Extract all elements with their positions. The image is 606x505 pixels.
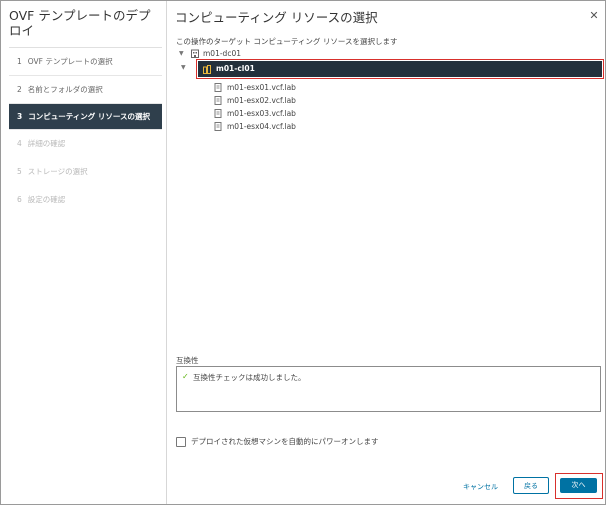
back-button[interactable]: 戻る <box>513 477 549 494</box>
wizard-step-6: 6 設定の確認 <box>9 186 162 214</box>
compatibility-message: 互換性チェックは成功しました。 <box>193 373 306 382</box>
wizard-step-3[interactable]: 3 コンピューティング リソースの選択 <box>9 104 162 130</box>
wizard-steps: 1 OVF テンプレートの選択 2 名前とフォルダの選択 3 コンピューティング… <box>9 47 162 214</box>
instruction-text: この操作のターゲット コンピューティング リソースを選択します <box>176 37 398 46</box>
step-label: ストレージの選択 <box>27 167 88 176</box>
compatibility-label: 互換性 <box>176 356 199 365</box>
tree-node-host[interactable]: m01-esx02.vcf.lab <box>176 94 602 107</box>
host-label: m01-esx03.vcf.lab <box>227 109 296 118</box>
check-icon: ✓ <box>182 372 189 381</box>
host-icon <box>214 83 222 92</box>
step-label: 設定の確認 <box>27 195 66 204</box>
step-label: コンピューティング リソースの選択 <box>28 112 151 121</box>
resource-tree: ▼ m01-dc01 ▼ m01-cl01 m01-esx01.vcf.lab … <box>176 47 604 133</box>
power-on-option[interactable]: デプロイされた仮想マシンを自動的にパワーオンします <box>176 436 379 447</box>
host-icon <box>214 122 222 131</box>
wizard-step-5: 5 ストレージの選択 <box>9 158 162 186</box>
compatibility-panel: ✓ 互換性チェックは成功しました。 <box>176 366 601 412</box>
cancel-button[interactable]: キャンセル <box>463 479 498 495</box>
host-icon <box>214 109 222 118</box>
step-number: 4 <box>17 139 22 148</box>
step-label: 名前とフォルダの選択 <box>27 85 103 94</box>
host-label: m01-esx04.vcf.lab <box>227 122 296 131</box>
chevron-down-icon[interactable]: ▼ <box>179 47 184 60</box>
step-number: 5 <box>17 167 22 176</box>
wizard-title: OVF テンプレートのデプロイ <box>9 8 151 38</box>
selected-row-highlight <box>198 61 602 77</box>
datacenter-icon <box>191 49 199 58</box>
step-label: OVF テンプレートの選択 <box>27 57 113 66</box>
close-icon[interactable]: ✕ <box>588 10 600 22</box>
tree-node-host[interactable]: m01-esx01.vcf.lab <box>176 81 602 94</box>
wizard-step-1[interactable]: 1 OVF テンプレートの選択 <box>9 48 162 76</box>
chevron-down-icon[interactable]: ▼ <box>181 61 186 74</box>
host-label: m01-esx02.vcf.lab <box>227 96 296 105</box>
datacenter-label: m01-dc01 <box>203 49 241 58</box>
host-label: m01-esx01.vcf.lab <box>227 83 296 92</box>
wizard-step-4: 4 詳細の確認 <box>9 130 162 158</box>
power-on-label: デプロイされた仮想マシンを自動的にパワーオンします <box>191 437 379 446</box>
step-number: 6 <box>17 195 22 204</box>
next-button[interactable]: 次へ <box>560 478 597 493</box>
step-number: 2 <box>17 85 22 94</box>
tree-node-cluster[interactable]: ▼ m01-cl01 <box>181 59 604 79</box>
power-on-checkbox[interactable] <box>176 436 186 447</box>
tree-node-host[interactable]: m01-esx04.vcf.lab <box>176 120 602 133</box>
step-number: 3 <box>17 112 23 121</box>
next-button-highlight: 次へ <box>555 473 603 499</box>
deploy-ovf-dialog: OVF テンプレートのデプロイ 1 OVF テンプレートの選択 2 名前とフォル… <box>0 0 606 505</box>
cluster-label: m01-cl01 <box>216 64 255 73</box>
host-icon <box>214 96 222 105</box>
page-title: コンピューティング リソースの選択 <box>175 10 378 25</box>
wizard-step-2[interactable]: 2 名前とフォルダの選択 <box>9 76 162 104</box>
step-number: 1 <box>17 57 22 66</box>
cluster-icon <box>203 65 211 74</box>
tree-node-host[interactable]: m01-esx03.vcf.lab <box>176 107 602 120</box>
wizard-sidebar: OVF テンプレートのデプロイ 1 OVF テンプレートの選択 2 名前とフォル… <box>1 1 167 504</box>
tree-node-datacenter[interactable]: ▼ m01-dc01 <box>176 47 602 60</box>
step-label: 詳細の確認 <box>27 139 66 148</box>
